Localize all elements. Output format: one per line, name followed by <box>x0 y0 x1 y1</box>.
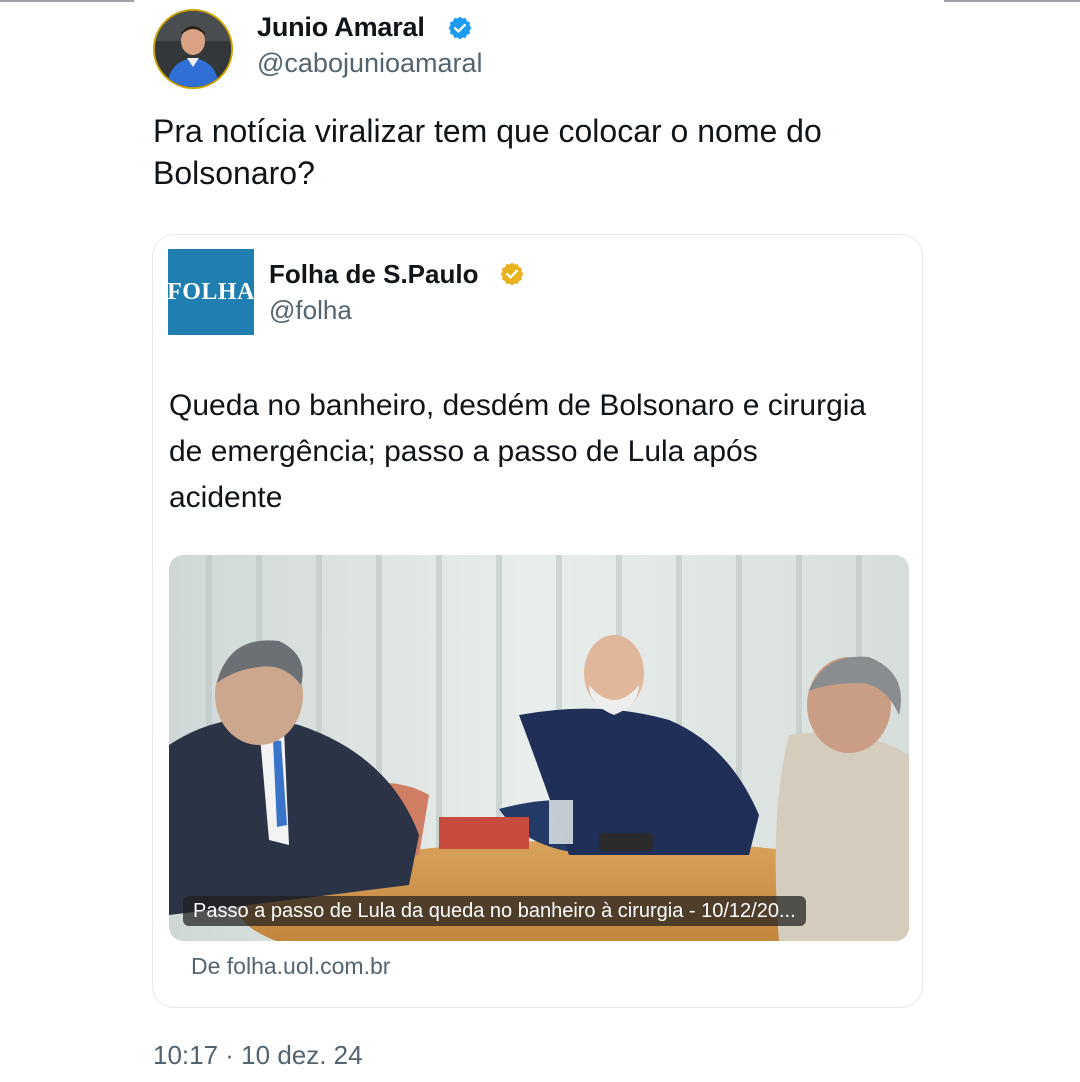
avatar-image <box>155 11 231 87</box>
meeting-photo <box>169 555 909 941</box>
quoted-tweet-card[interactable]: FOLHA Folha de S.Paulo @folha Queda no b… <box>152 234 923 1008</box>
top-divider-left <box>0 0 134 2</box>
quoted-tweet-text: Queda no banheiro, desdém de Bolsonaro e… <box>169 389 867 514</box>
quoted-author-name[interactable]: Folha de S.Paulo <box>269 259 478 290</box>
quoted-author-handle[interactable]: @folha <box>269 295 352 326</box>
verified-badge-icon <box>447 15 473 46</box>
tweet-timestamp[interactable]: 10:17 · 10 dez. 24 <box>153 1040 363 1071</box>
author-handle[interactable]: @cabojunioamaral <box>257 48 483 79</box>
folha-logo[interactable]: FOLHA <box>167 249 254 335</box>
author-avatar[interactable] <box>153 9 233 89</box>
top-divider-right <box>944 0 1080 2</box>
link-preview-image[interactable]: Passo a passo de Lula da queda no banhei… <box>169 555 909 941</box>
media-caption: Passo a passo de Lula da queda no banhei… <box>183 896 806 926</box>
author-name[interactable]: Junio Amaral <box>257 12 425 43</box>
tweet-text: Pra notícia viralizar tem que colocar o … <box>153 113 822 191</box>
link-source[interactable]: De folha.uol.com.br <box>191 953 390 980</box>
verified-badge-icon <box>499 261 525 292</box>
